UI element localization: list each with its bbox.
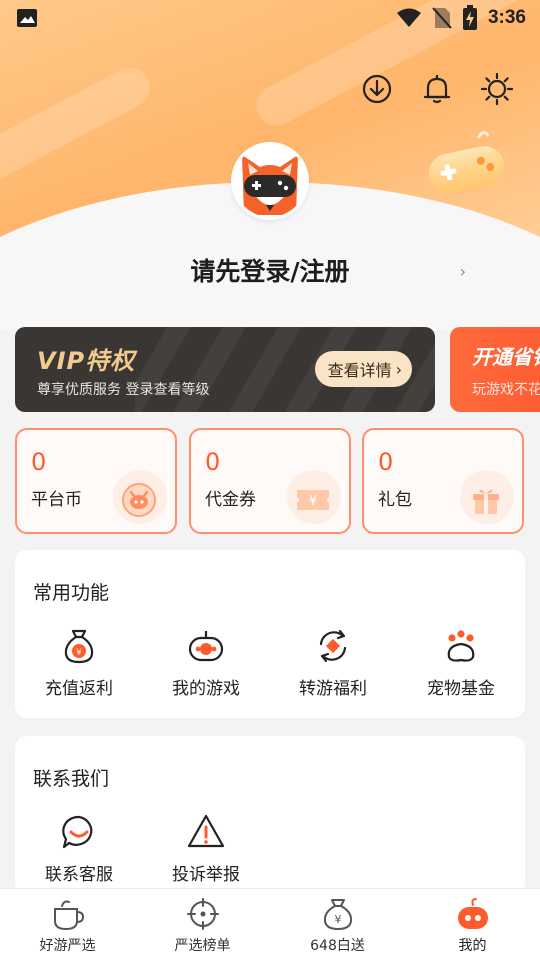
voucher-icon: ¥ — [297, 490, 329, 510]
chat-bubble-icon — [62, 815, 93, 849]
contact-complaint-report[interactable]: 投诉举报 — [142, 812, 270, 885]
gift-pack-value: 0 — [378, 448, 394, 476]
top-action-icons — [360, 72, 514, 106]
savings-title: 开通省钱 — [472, 345, 540, 369]
header-streak — [0, 60, 157, 200]
bottom-navigation: 好游严选 严选榜单 ¥ 648白送 我的 — [0, 888, 540, 960]
robot-mascot-icon — [457, 898, 488, 929]
bell-icon[interactable] — [420, 72, 454, 106]
settings-sun-icon[interactable] — [480, 72, 514, 106]
chevron-right-icon: › — [395, 359, 402, 379]
section-title: 常用功能 — [33, 582, 110, 604]
money-bag-icon: ¥ — [64, 629, 94, 664]
func-label: 我的游戏 — [172, 679, 240, 699]
platform-coin-label: 平台币 — [31, 490, 82, 510]
view-details-label: 查看详情 — [327, 361, 392, 380]
func-label: 宠物基金 — [427, 679, 495, 699]
status-time: 3:36 — [487, 7, 526, 28]
func-pet-fund[interactable]: 宠物基金 — [397, 626, 525, 699]
transfer-icon — [319, 629, 347, 663]
voucher-value: 0 — [205, 448, 221, 476]
paw-icon — [447, 630, 475, 662]
svg-text:¥: ¥ — [309, 494, 317, 509]
vip-title: VIP特权 — [37, 347, 136, 375]
gift-pack-card[interactable]: 0 礼包 — [362, 428, 524, 534]
contact-section: 联系我们 联系客服 投诉举报 — [15, 736, 525, 896]
savings-subtitle: 玩游戏不花 — [472, 382, 540, 398]
nav-item-featured[interactable]: 好游严选 — [0, 889, 135, 960]
target-icon — [186, 898, 219, 930]
gift-box-icon — [473, 489, 499, 514]
login-chevron-icon[interactable]: › — [460, 262, 466, 281]
nav-label: 648白送 — [310, 938, 365, 954]
nav-item-ranking[interactable]: 严选榜单 — [135, 889, 270, 960]
piggy-coin-icon — [122, 483, 156, 517]
gift-pack-label: 礼包 — [378, 490, 412, 510]
func-label: 转游福利 — [299, 679, 367, 699]
gamepad-icon — [188, 631, 224, 662]
vip-privilege-banner[interactable]: VIP特权 尊享优质服务 登录查看等级 查看详情 › — [15, 327, 435, 412]
wifi-icon — [396, 8, 421, 27]
contact-customer-service[interactable]: 联系客服 — [15, 812, 143, 885]
battery-charging-icon — [462, 5, 477, 30]
nav-item-648-giveaway[interactable]: ¥ 648白送 — [270, 889, 405, 960]
contact-label: 联系客服 — [45, 865, 113, 885]
nav-item-mine[interactable]: 我的 — [405, 889, 540, 960]
no-sim-icon — [432, 7, 452, 29]
nav-label: 好游严选 — [39, 938, 96, 954]
avatar[interactable] — [231, 142, 309, 220]
func-transfer-benefits[interactable]: 转游福利 — [269, 626, 397, 699]
nav-label: 严选榜单 — [174, 938, 231, 954]
gamepad-decoration-icon — [428, 131, 505, 194]
nav-label: 我的 — [458, 938, 487, 954]
platform-coin-value: 0 — [31, 448, 47, 476]
status-bar: 3:36 — [0, 0, 540, 36]
voucher-card[interactable]: 0 代金券 ¥ — [189, 428, 351, 534]
contact-label: 投诉举报 — [172, 865, 240, 885]
common-functions-section: 常用功能 ¥ 充值返利 我的游戏 转游福利 宠物基金 — [15, 550, 525, 718]
cup-icon — [53, 900, 84, 931]
section-title: 联系我们 — [33, 768, 110, 790]
vip-subtitle: 尊享优质服务 登录查看等级 — [37, 382, 210, 398]
func-recharge-rebate[interactable]: ¥ 充值返利 — [15, 626, 143, 699]
func-label: 充值返利 — [45, 679, 113, 699]
func-my-games[interactable]: 我的游戏 — [142, 626, 270, 699]
warning-triangle-icon — [187, 814, 225, 848]
view-details-button[interactable]: 查看详情 › — [314, 351, 412, 387]
coin-bag-icon: ¥ — [323, 899, 352, 931]
fox-gamer-avatar-icon — [234, 145, 306, 217]
gallery-notification-icon — [17, 9, 37, 27]
svg-text:¥: ¥ — [76, 648, 82, 658]
svg-text:¥: ¥ — [334, 913, 341, 926]
savings-card-banner[interactable]: 开通省钱 玩游戏不花 — [450, 327, 540, 412]
platform-coin-card[interactable]: 0 平台币 — [15, 428, 177, 534]
download-icon[interactable] — [360, 72, 394, 106]
voucher-label: 代金券 — [205, 490, 256, 510]
